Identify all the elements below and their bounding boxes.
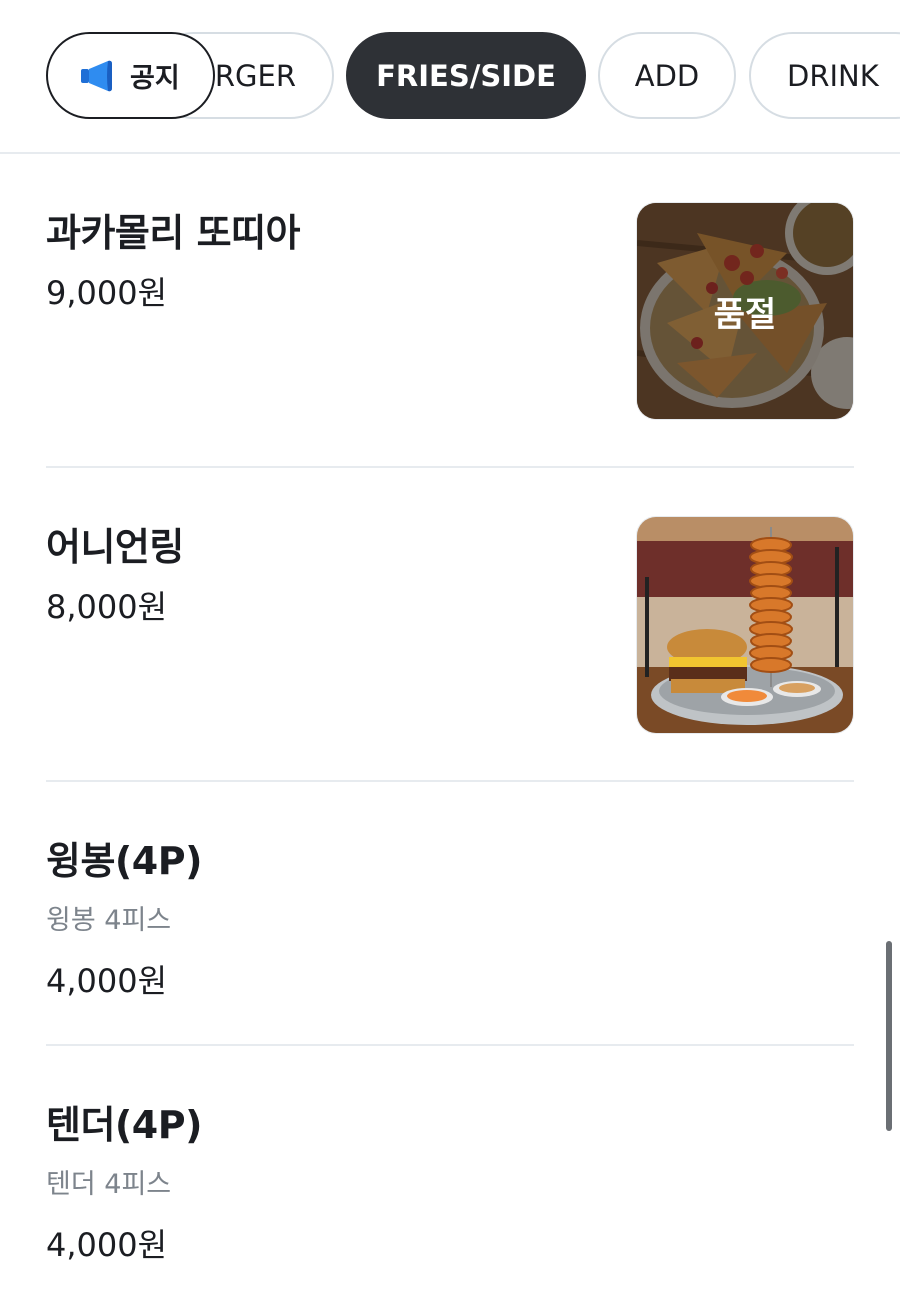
item-name: 텐더(4P) <box>46 1103 202 1147</box>
menu-item[interactable]: 텐더(4P) 텐더 4피스 4,000원 <box>46 1046 854 1302</box>
sold-out-overlay: 품절 <box>637 203 853 419</box>
menu-page: RGER FRIES/SIDE ADD DRINK 공지 과카몰리 또띠아 9,… <box>0 0 900 1302</box>
menu-item[interactable]: 윙봉(4P) 윙봉 4피스 4,000원 <box>46 782 854 1046</box>
category-bar: RGER FRIES/SIDE ADD DRINK 공지 <box>0 0 900 154</box>
onion-rings-image <box>637 517 853 733</box>
item-name: 과카몰리 또띠아 <box>46 211 300 255</box>
megaphone-icon <box>81 60 112 91</box>
item-name: 윙봉(4P) <box>46 839 202 883</box>
item-price: 4,000원 <box>46 1226 168 1264</box>
item-image: 품절 <box>636 202 854 420</box>
item-image <box>636 516 854 734</box>
tab-drink-label: DRINK <box>787 58 879 93</box>
sold-out-label: 품절 <box>713 294 777 335</box>
notice-label: 공지 <box>130 63 180 94</box>
item-description: 텐더 4피스 <box>46 1169 172 1200</box>
tab-drink[interactable]: DRINK <box>749 32 900 119</box>
item-price: 9,000원 <box>46 274 168 312</box>
item-name: 어니언링 <box>46 525 184 569</box>
notice-button[interactable]: 공지 <box>46 32 215 119</box>
item-description: 윙봉 4피스 <box>46 905 172 936</box>
menu-item[interactable]: 어니언링 8,000원 <box>46 468 854 782</box>
tab-add[interactable]: ADD <box>598 32 736 119</box>
scrollbar-thumb[interactable] <box>886 941 892 1131</box>
item-price: 4,000원 <box>46 962 168 1000</box>
menu-item[interactable]: 과카몰리 또띠아 9,000원 품절 <box>46 154 854 468</box>
tab-add-label: ADD <box>634 58 700 93</box>
tab-fries-side-label: FRIES/SIDE <box>376 58 556 93</box>
menu-list: 과카몰리 또띠아 9,000원 품절 어니언링 8,000원 윙봉(4P) 윙봉… <box>46 154 854 1302</box>
item-price: 8,000원 <box>46 588 168 626</box>
tab-fries-side[interactable]: FRIES/SIDE <box>346 32 586 119</box>
tab-burger-label: RGER <box>214 58 296 93</box>
